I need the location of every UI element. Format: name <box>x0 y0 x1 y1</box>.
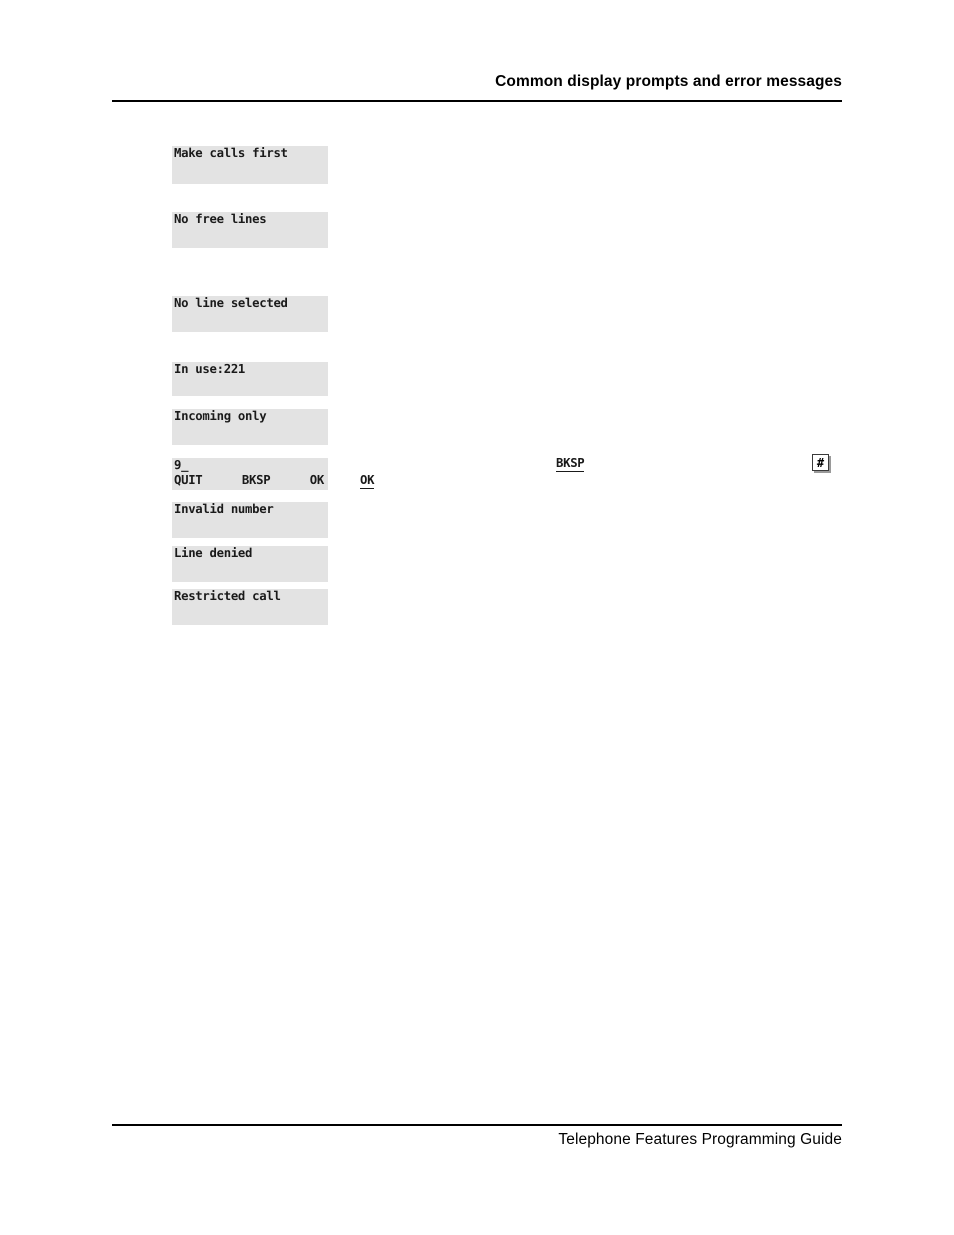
lcd-text-line: Restricted call <box>174 589 281 603</box>
lcd-text-line: Invalid number <box>174 502 274 516</box>
display-prompt-list: Make calls first No free lines No line sel… <box>0 0 954 1235</box>
lcd-text-line: No free lines <box>174 212 267 226</box>
lcd-display-incoming-only: Incoming only <box>172 409 328 445</box>
lcd-text-line: 9_ <box>174 458 189 472</box>
lcd-display-in-use-221: In use:221 <box>172 362 328 396</box>
pound-sign-icon: # <box>816 455 825 470</box>
footer-divider <box>112 1124 842 1126</box>
softkey-label-quit[interactable]: QUIT <box>174 473 203 488</box>
lcd-display-line-denied: Line denied <box>172 546 328 582</box>
lcd-display-invalid-number: Invalid number <box>172 502 328 538</box>
softkey-label-bksp[interactable]: BKSP <box>242 473 271 488</box>
lcd-display-no-free-lines: No free lines <box>172 212 328 248</box>
softkey-callout-bksp[interactable]: BKSP <box>556 456 585 472</box>
lcd-text-line: Make calls first <box>174 146 288 160</box>
lcd-display-restricted-call: Restricted call <box>172 589 328 625</box>
softkey-callout-ok[interactable]: OK <box>360 473 375 489</box>
lcd-display-no-line-selected: No line selected <box>172 296 328 332</box>
page-footer: Telephone Features Programming Guide <box>112 1130 842 1150</box>
lcd-softkey-row: QUIT BKSP OK <box>172 473 328 488</box>
lcd-text-line: In use:221 <box>174 362 246 376</box>
lcd-text-line: No line selected <box>174 296 288 310</box>
softkey-label-ok[interactable]: OK <box>310 473 325 488</box>
footer-title: Telephone Features Programming Guide <box>558 1131 842 1148</box>
lcd-display-make-calls-first: Make calls first <box>172 146 328 184</box>
lcd-text-line: Incoming only <box>174 409 267 423</box>
pound-key[interactable]: # <box>812 454 829 471</box>
lcd-display-dialed-digits-softkeys: 9_ QUIT BKSP OK <box>172 458 328 490</box>
lcd-text-line: Line denied <box>174 546 253 560</box>
